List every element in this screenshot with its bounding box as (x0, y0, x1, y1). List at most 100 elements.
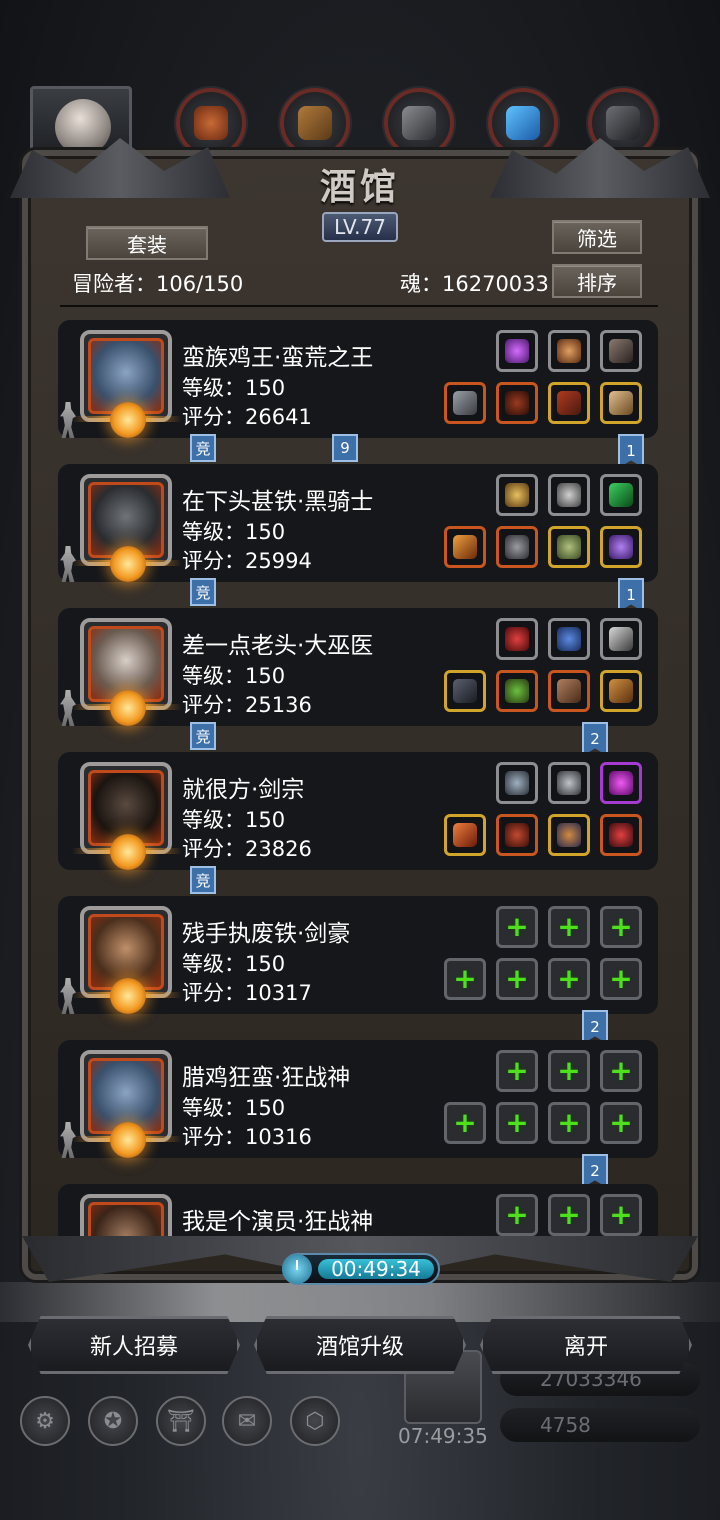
hero-level: 等级：150 (182, 520, 286, 544)
upgrade-tavern-button[interactable]: 酒馆升级 (254, 1316, 466, 1374)
hero-level: 等级：150 (182, 808, 286, 832)
equip-slot[interactable] (496, 330, 538, 372)
equip-slot[interactable] (548, 330, 590, 372)
gem-counter: 4758 (500, 1408, 700, 1442)
equip-slot[interactable] (496, 474, 538, 516)
empty-slot-plus-icon[interactable]: + (496, 1102, 538, 1144)
empty-slot-plus-icon[interactable]: + (496, 958, 538, 1000)
equip-slot[interactable] (548, 526, 590, 568)
star-icon[interactable]: ✪ (88, 1396, 138, 1446)
equip-slot[interactable] (600, 814, 642, 856)
hero-score: 评分：10317 (182, 981, 312, 1005)
equip-slot[interactable] (496, 762, 538, 804)
equip-slot[interactable] (548, 814, 590, 856)
arena-tag: 竞 (190, 866, 216, 894)
equip-slot[interactable] (600, 474, 642, 516)
empty-slot-plus-icon[interactable]: + (548, 906, 590, 948)
hero-card[interactable]: 残手执废铁·剑豪 等级：150 评分：10317 + + + + + + + (58, 896, 658, 1014)
empty-slot-plus-icon[interactable]: + (548, 1102, 590, 1144)
equip-slot[interactable] (496, 814, 538, 856)
timer-text: 00:49:34 (318, 1257, 434, 1281)
equip-slot[interactable] (600, 670, 642, 712)
hero-name: 在下头甚铁·黑骑士 (182, 489, 374, 515)
equip-slot[interactable] (548, 762, 590, 804)
title-box: 酒馆 LV.77 (260, 158, 460, 242)
adventurer-count: 冒险者：106/150 (72, 272, 244, 296)
leave-button[interactable]: 离开 (480, 1316, 692, 1374)
empty-slot-plus-icon[interactable]: + (600, 1050, 642, 1092)
fist-icon[interactable] (176, 88, 246, 158)
crystal-icon[interactable] (488, 88, 558, 158)
equip-slot[interactable] (600, 382, 642, 424)
rank-emblem-icon (110, 978, 146, 1014)
clock-icon (282, 1254, 312, 1284)
empty-slot-plus-icon[interactable]: + (548, 1194, 590, 1236)
rank-emblem-icon (110, 546, 146, 582)
rank-emblem-icon (110, 402, 146, 438)
wood-icon[interactable] (280, 88, 350, 158)
rank-emblem-icon (110, 690, 146, 726)
settings-icon[interactable]: ⚙ (20, 1396, 70, 1446)
empty-slot-plus-icon[interactable]: + (548, 1050, 590, 1092)
equip-slot[interactable] (444, 670, 486, 712)
equip-slot[interactable] (600, 330, 642, 372)
filter-button[interactable]: 筛选 (552, 220, 642, 254)
page-title: 酒馆 (319, 166, 400, 208)
hero-level: 等级：150 (182, 1096, 286, 1120)
equip-slot[interactable] (444, 382, 486, 424)
hero-card[interactable]: 腊鸡狂蛮·狂战神 等级：150 评分：10316 + + + + + + + (58, 1040, 658, 1158)
equip-slot[interactable] (600, 762, 642, 804)
refresh-timer: 00:49:34 (282, 1253, 440, 1285)
recruit-button[interactable]: 新人招募 (28, 1316, 240, 1374)
hero-score: 评分：26641 (182, 405, 312, 429)
hero-name: 差一点老头·大巫医 (182, 633, 374, 659)
equip-slot[interactable] (496, 526, 538, 568)
equip-slot[interactable] (548, 382, 590, 424)
empty-slot-plus-icon[interactable]: + (496, 1050, 538, 1092)
hero-name: 腊鸡狂蛮·狂战神 (182, 1065, 351, 1091)
hero-score: 评分：23826 (182, 837, 312, 861)
sort-button[interactable]: 排序 (552, 264, 642, 298)
hero-name: 我是个演员·狂战神 (182, 1209, 374, 1235)
hero-name: 蛮族鸡王·蛮荒之王 (182, 345, 374, 371)
empty-slot-plus-icon[interactable]: + (600, 906, 642, 948)
equip-slot[interactable] (496, 670, 538, 712)
tavern-level-badge: LV.77 (322, 212, 398, 242)
hero-card[interactable]: 差一点老头·大巫医 等级：150 评分：25136 (58, 608, 658, 726)
empty-slot-plus-icon[interactable]: + (600, 1102, 642, 1144)
gate-icon[interactable]: ⛩ (156, 1396, 206, 1446)
soul-count: 魂：16270033 (400, 272, 549, 296)
equip-slot[interactable] (548, 474, 590, 516)
equip-slot[interactable] (444, 526, 486, 568)
equip-slot[interactable] (548, 670, 590, 712)
equip-slot[interactable] (444, 814, 486, 856)
ingot-icon[interactable] (384, 88, 454, 158)
set-button[interactable]: 套装 (86, 226, 208, 260)
equip-slot[interactable] (600, 526, 642, 568)
hero-score: 评分：25994 (182, 549, 312, 573)
hero-level: 等级：150 (182, 952, 286, 976)
equip-slot[interactable] (548, 618, 590, 660)
empty-slot-plus-icon[interactable]: + (600, 1194, 642, 1236)
hero-card[interactable]: 就很方·剑宗 等级：150 评分：23826 (58, 752, 658, 870)
empty-slot-plus-icon[interactable]: + (444, 1102, 486, 1144)
empty-slot-plus-icon[interactable]: + (548, 958, 590, 1000)
character-portrait (55, 99, 111, 155)
empty-slot-plus-icon[interactable]: + (444, 958, 486, 1000)
hero-list[interactable]: 蛮族鸡王·蛮荒之王 等级：150 评分：26641 竞 9 1 在下头甚铁·黑骑… (58, 318, 658, 1236)
equip-slot[interactable] (496, 618, 538, 660)
mail-icon[interactable]: ✉ (222, 1396, 272, 1446)
empty-slot-plus-icon[interactable]: + (496, 906, 538, 948)
cube-icon[interactable]: ⬡ (290, 1396, 340, 1446)
count-tag: 9 (332, 434, 358, 462)
equip-slot[interactable] (496, 382, 538, 424)
hero-card[interactable]: 在下头甚铁·黑骑士 等级：150 评分：25994 (58, 464, 658, 582)
empty-slot-plus-icon[interactable]: + (600, 958, 642, 1000)
hero-card[interactable]: 我是个演员·狂战神 + + + (58, 1184, 658, 1236)
divider (60, 305, 658, 307)
hero-card[interactable]: 蛮族鸡王·蛮荒之王 等级：150 评分：26641 (58, 320, 658, 438)
hero-level: 等级：150 (182, 664, 286, 688)
empty-slot-plus-icon[interactable]: + (496, 1194, 538, 1236)
equip-slot[interactable] (600, 618, 642, 660)
arena-tag: 竞 (190, 434, 216, 462)
